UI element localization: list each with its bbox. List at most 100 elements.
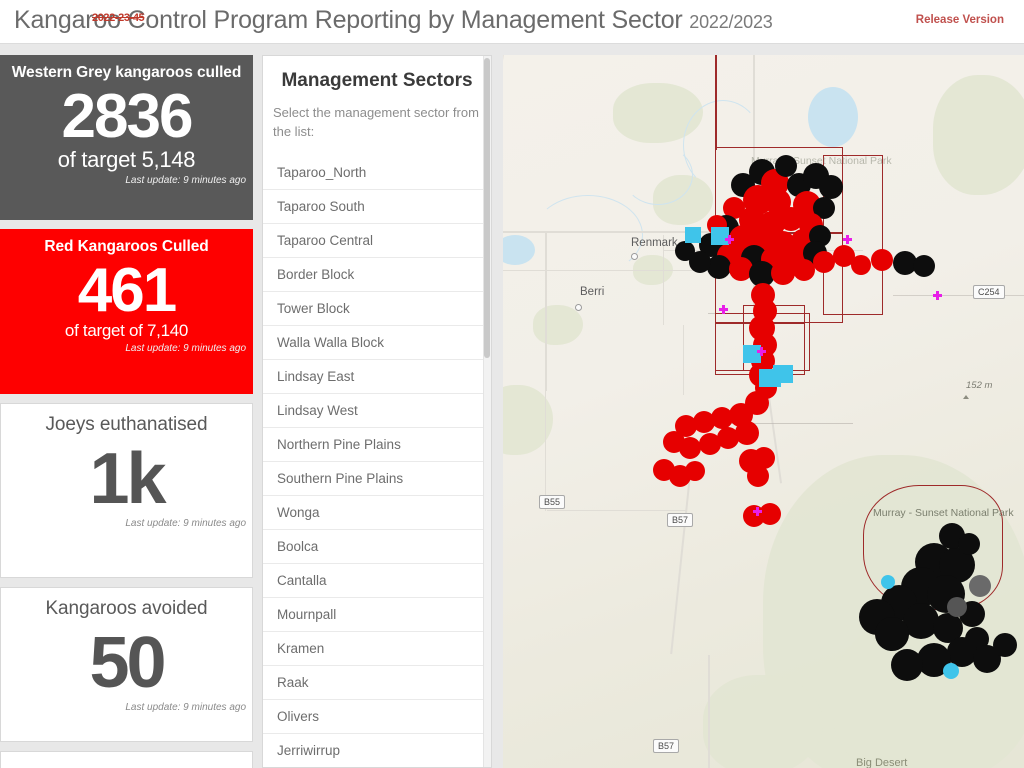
- kpi-last-update: Last update: 9 minutes ago: [125, 343, 246, 355]
- map-label-big-desert: Big Desert: [856, 757, 908, 768]
- map-marker-cross: [757, 347, 766, 356]
- kpi-value: 2836: [61, 82, 194, 151]
- map-marker-cross: [753, 507, 762, 516]
- map-cull-point: [759, 503, 781, 525]
- header-stamp: 2022-23-45: [92, 12, 145, 24]
- map-road: [503, 231, 743, 233]
- map-marker-cross: [725, 235, 734, 244]
- map-marker-cross: [719, 305, 728, 314]
- sector-item-jerriwirrup[interactable]: Jerriwirrup: [263, 732, 491, 767]
- map-road: [683, 325, 685, 395]
- map-vegetation: [703, 675, 823, 768]
- sector-item-walla-walla-block[interactable]: Walla Walla Block: [263, 324, 491, 359]
- kpi-title: Kangaroos avoided: [45, 598, 208, 619]
- sector-item-taparoo-south[interactable]: Taparoo South: [263, 188, 491, 223]
- map-sector-boundary-line: [715, 55, 717, 150]
- map-road-shield-b57-south: B57: [653, 739, 680, 753]
- map-marker-cross: [933, 291, 942, 300]
- sector-item-taparoo-north[interactable]: Taparoo_North: [263, 156, 491, 189]
- map-road: [708, 655, 710, 768]
- map-cull-point: [747, 465, 769, 487]
- map-cull-point: [735, 421, 759, 445]
- sector-item-boolca[interactable]: Boolca: [263, 528, 491, 563]
- map-cull-point: [819, 175, 843, 199]
- kpi-card-partial: [0, 751, 253, 768]
- sector-item-cantalla[interactable]: Cantalla: [263, 562, 491, 597]
- map-label-berri: Berri: [580, 286, 605, 298]
- map-cull-point: [851, 255, 871, 275]
- kpi-last-update: Last update: 9 minutes ago: [125, 517, 246, 529]
- map-city-dot-berri: [575, 304, 582, 311]
- map-elevation-marker: [963, 395, 969, 399]
- map-cull-point: [891, 649, 923, 681]
- map-cull-point: [773, 365, 793, 383]
- map-cull-point: [993, 633, 1017, 657]
- sector-item-border-block[interactable]: Border Block: [263, 256, 491, 291]
- sector-list-scrollbar[interactable]: [483, 56, 491, 767]
- kpi-title: Western Grey kangaroos culled: [11, 64, 242, 81]
- map-cull-point: [685, 461, 705, 481]
- management-sectors-heading: Management Sectors: [281, 70, 473, 91]
- map-cull-point: [793, 259, 815, 281]
- map-road-shield-b57: B57: [667, 513, 694, 527]
- map-river: [623, 145, 693, 205]
- dashboard-root: Kangaroo Control Program Reporting by Ma…: [0, 0, 1024, 768]
- map-marker-cross: [843, 235, 852, 244]
- map-road: [547, 510, 687, 512]
- map-road-shield-b55: B55: [539, 495, 566, 509]
- map-cull-point: [685, 227, 701, 243]
- map-road-shield-c254: C254: [973, 285, 1005, 299]
- map-city-dot-renmark: [631, 253, 638, 260]
- kpi-subtitle: of target of 7,140: [64, 321, 189, 341]
- sector-item-raak[interactable]: Raak: [263, 664, 491, 699]
- sector-list-scroll-thumb[interactable]: [484, 58, 490, 358]
- map-view[interactable]: Renmark Berri Murray - Sunset National P…: [503, 55, 1024, 768]
- map-road: [545, 231, 547, 391]
- kpi-card-joeys-euthanatised: Joeys euthanatised 1k Last update: 9 min…: [0, 403, 253, 578]
- sector-item-lindsay-west[interactable]: Lindsay West: [263, 392, 491, 427]
- map-cull-point: [679, 437, 701, 459]
- app-header: Kangaroo Control Program Reporting by Ma…: [0, 0, 1024, 44]
- release-version-label: Release Version: [915, 14, 1004, 26]
- map-vegetation: [933, 75, 1024, 195]
- map-label-murray-sunset-national-park: Murray - Sunset National Park: [873, 507, 1014, 519]
- map-cull-point: [943, 663, 959, 679]
- sector-item-tower-block[interactable]: Tower Block: [263, 290, 491, 325]
- map-road: [545, 391, 547, 511]
- sector-item-northern-pine-plains[interactable]: Northern Pine Plains: [263, 426, 491, 461]
- kpi-value: 461: [77, 256, 177, 325]
- map-cull-point: [969, 575, 991, 597]
- map-cull-point: [913, 255, 935, 277]
- map-label-renmark: Renmark: [631, 237, 678, 249]
- management-sectors-list: Taparoo_North Taparoo South Taparoo Cent…: [263, 156, 491, 767]
- map-cull-point: [875, 617, 909, 651]
- sector-item-mournpall[interactable]: Mournpall: [263, 596, 491, 631]
- kpi-card-western-grey: Western Grey kangaroos culled 2836 of ta…: [0, 55, 253, 220]
- management-sectors-hint: Select the management sector from the li…: [273, 105, 479, 139]
- sector-item-taparoo-central[interactable]: Taparoo Central: [263, 222, 491, 257]
- sector-item-kramen[interactable]: Kramen: [263, 630, 491, 665]
- kpi-column: Western Grey kangaroos culled 2836 of ta…: [0, 55, 255, 768]
- kpi-card-red-kangaroos: Red Kangaroos Culled 461 of target of 7,…: [0, 229, 253, 394]
- kpi-last-update: Last update: 9 minutes ago: [125, 701, 246, 713]
- map-cull-point: [881, 575, 895, 589]
- map-cull-point: [958, 533, 980, 555]
- map-label-elevation: 152 m: [966, 380, 993, 391]
- sector-item-olivers[interactable]: Olivers: [263, 698, 491, 733]
- kpi-card-kangaroos-avoided: Kangaroos avoided 50 Last update: 9 minu…: [0, 587, 253, 742]
- kpi-subtitle: of target 5,148: [57, 147, 196, 173]
- map-cull-point: [871, 249, 893, 271]
- map-cull-point: [771, 261, 795, 285]
- map-cull-point: [675, 241, 695, 261]
- map-lake: [808, 87, 858, 147]
- management-sectors-panel: Management Sectors Select the management…: [262, 55, 492, 768]
- kpi-last-update: Last update: 9 minutes ago: [125, 175, 246, 187]
- sector-item-southern-pine-plains[interactable]: Southern Pine Plains: [263, 460, 491, 495]
- kpi-title: Red Kangaroos Culled: [44, 238, 209, 255]
- kpi-title: Joeys euthanatised: [45, 414, 208, 435]
- sector-item-wonga[interactable]: Wonga: [263, 494, 491, 529]
- map-road: [503, 270, 703, 272]
- page-title-year: 2022/2023: [689, 12, 773, 32]
- kpi-value: 1k: [89, 439, 166, 519]
- sector-item-lindsay-east[interactable]: Lindsay East: [263, 358, 491, 393]
